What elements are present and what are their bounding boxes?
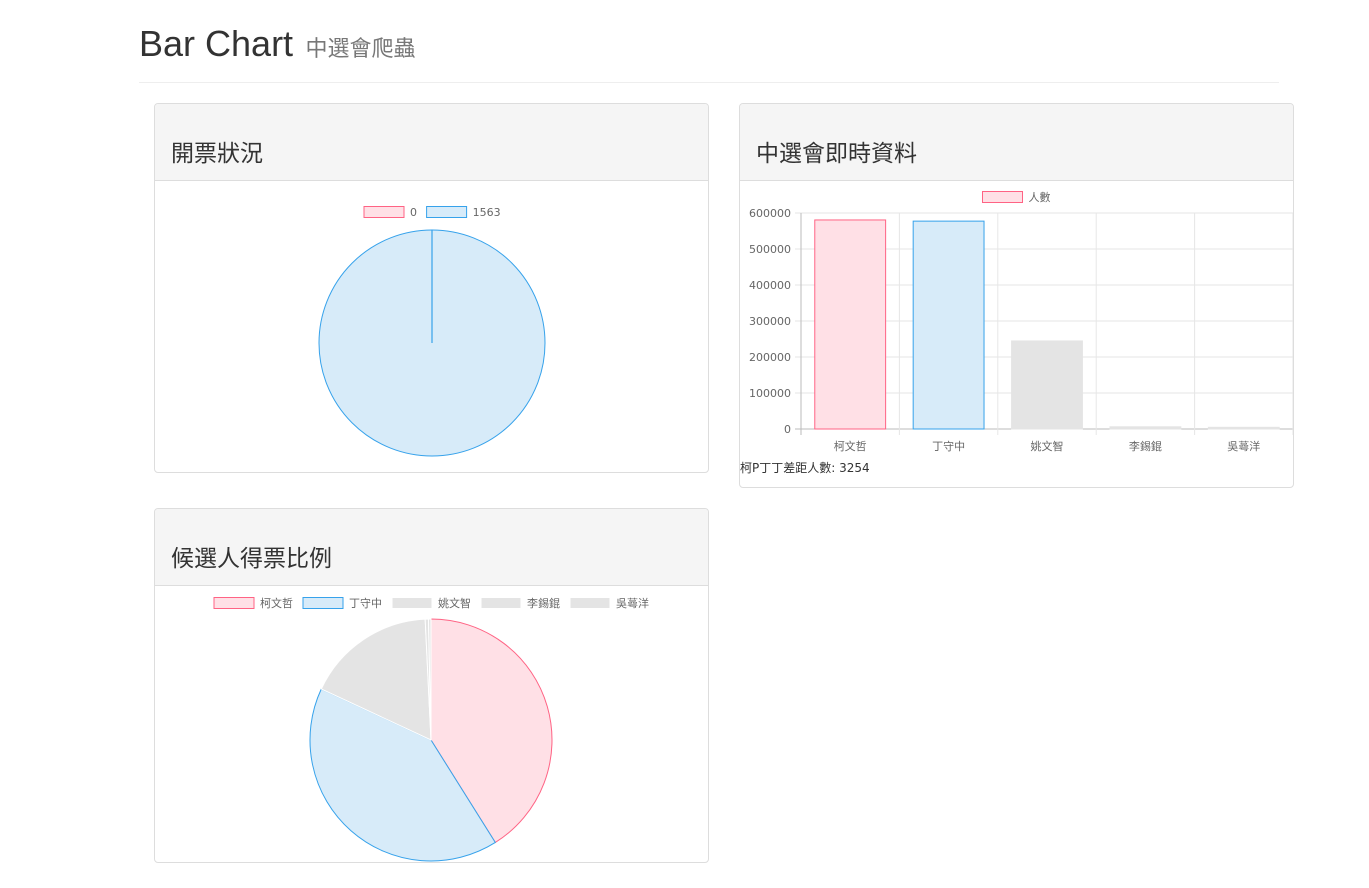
page-subtitle: 中選會爬蟲 [305,37,416,62]
legend-swatch [569,597,611,609]
bar [912,220,985,430]
ratio-panel-heading: 候選人得票比例 [155,509,708,586]
legend-label: 0 [410,206,417,219]
y-tick-label: 600000 [749,207,791,220]
bar [1011,340,1083,430]
legend-swatch [363,206,405,218]
legend-label: 吳蕚洋 [616,596,649,610]
realtime-panel-heading: 中選會即時資料 [740,104,1293,181]
ratio-pie-chart: 柯文哲 丁守中 姚文智 李錫錕 吳蕚洋 [213,596,649,862]
realtime-panel-body: 人數 0 100000 200000 300000 400000 500000 600000 柯… [740,181,1293,487]
ratio-panel-body: 柯文哲 丁守中 姚文智 李錫錕 吳蕚洋 [155,586,708,862]
legend-swatch [480,597,522,609]
x-tick-label: 姚文智 [1031,439,1064,453]
legend-swatch [982,191,1023,203]
bar [1109,426,1182,430]
legend-label: 柯文哲 [260,596,293,610]
realtime-bar-chart: 人數 0 100000 200000 300000 400000 500000 600000 柯… [749,191,1293,453]
x-tick-label: 柯文哲 [834,439,867,453]
legend-label: 1563 [473,206,501,219]
status-panel: 開票狀況 0 1563 [154,103,709,473]
x-tick-label: 李錫錕 [1129,439,1162,453]
legend-swatch [213,597,255,609]
bar [1207,426,1280,430]
y-tick-label: 400000 [749,279,791,292]
legend-swatch [391,597,433,609]
page-title: Bar Chart [139,23,294,64]
y-tick-label: 0 [784,423,791,436]
status-panel-title: 開票狀況 [171,141,263,167]
realtime-panel: 中選會即時資料 人數 0 100000 200000 300000 400000 50000… [739,103,1294,488]
ratio-panel-title: 候選人得票比例 [171,546,332,572]
y-tick-label: 500000 [749,243,791,256]
legend-label: 丁守中 [349,596,382,610]
legend-swatch [302,597,344,609]
legend-label: 人數 [1029,191,1051,204]
y-tick-label: 200000 [749,351,791,364]
legend-swatch [426,206,468,218]
x-tick-label: 丁守中 [932,439,965,453]
status-panel-body: 0 1563 [155,181,708,472]
realtime-panel-title: 中選會即時資料 [756,141,917,167]
x-tick-label: 吳蕚洋 [1227,439,1260,453]
ratio-panel: 候選人得票比例 柯文哲 丁守中 姚文智 李錫錕 吳蕚洋 [154,508,709,863]
status-panel-heading: 開票狀況 [155,104,708,181]
y-tick-label: 100000 [749,387,791,400]
bar [814,219,887,430]
legend-label: 李錫錕 [527,596,560,610]
legend-label: 姚文智 [438,596,471,610]
y-tick-label: 300000 [749,315,791,328]
vote-difference-text: 柯P丁丁差距人數: 3254 [740,461,870,475]
page-header: Bar Chart 中選會爬蟲 [139,22,1279,83]
status-pie-chart: 0 1563 [318,206,546,457]
